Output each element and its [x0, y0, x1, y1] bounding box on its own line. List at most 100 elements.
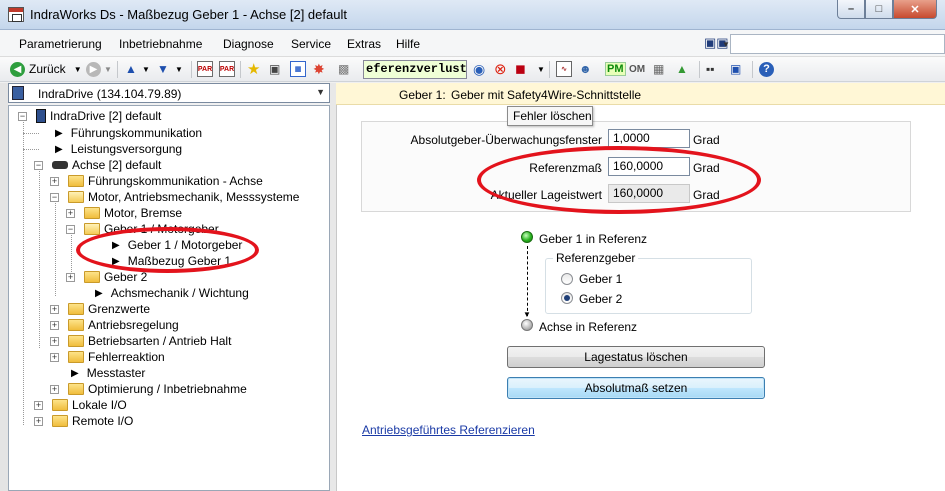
tree-item-geber1-motorgeber[interactable]: ▶ Geber 1 / Motorgeber — [112, 237, 242, 253]
parameter-mode-button[interactable]: PM — [605, 60, 626, 78]
tree-expand-toggle[interactable]: + — [66, 209, 75, 218]
nav-up-button[interactable]: ▲ — [125, 60, 137, 78]
clear-error-button[interactable]: ⊗ — [494, 60, 507, 78]
tree-item-label: Antriebsregelung — [88, 318, 179, 332]
drive-enable-button[interactable]: ◼ — [515, 60, 526, 78]
globe-button[interactable]: ◉ — [473, 60, 485, 78]
project-tree[interactable]: − IndraDrive [2] default ▶ Führungskommu… — [8, 105, 330, 491]
tree-item-label: Geber 1 / Motorgeber — [104, 222, 219, 236]
tree-expand-toggle[interactable]: + — [50, 337, 59, 346]
title-bar[interactable]: IndraWorks Ds - Maßbezug Geber 1 - Achse… — [0, 0, 945, 30]
encoder-header-text: Geber mit Safety4Wire-Schnittstelle — [451, 88, 642, 102]
menu-extras[interactable]: Extras — [347, 37, 381, 51]
tree-item-optimierung[interactable]: Optimierung / Inbetriebnahme — [68, 381, 247, 397]
tree-expand-toggle[interactable]: + — [50, 385, 59, 394]
back-button[interactable]: ◀ Zurück ▼ — [10, 60, 82, 78]
tree-item-label: Motor, Bremse — [104, 206, 183, 220]
device-selector[interactable]: IndraDrive (134.104.79.89) ▼ — [8, 83, 330, 103]
tree-item-achsmechanik[interactable]: ▶ Achsmechanik / Wichtung — [95, 285, 249, 301]
tree-expand-toggle[interactable]: + — [50, 305, 59, 314]
tree-item-fuehrungskommunikation-achse[interactable]: Führungskommunikation - Achse — [68, 173, 263, 189]
window-button[interactable]: ▦ — [653, 60, 664, 78]
calendar-button[interactable]: ▦ — [290, 60, 306, 78]
referenzmass-input[interactable]: 160,0000 — [608, 157, 690, 176]
parameter-upload-button[interactable]: PAR — [197, 60, 213, 78]
tree-expand-toggle[interactable]: + — [66, 273, 75, 282]
absolutgeber-window-input[interactable]: 1,0000 — [608, 129, 690, 148]
radio-geber1-label[interactable]: Geber 1 — [579, 272, 622, 286]
menu-inbetriebnahme[interactable]: Inbetriebnahme — [119, 37, 202, 51]
diagnostics-button[interactable]: ✸ — [313, 60, 325, 78]
reference-flow-line — [527, 246, 528, 316]
search-input[interactable] — [730, 34, 945, 54]
nav-down-dropdown[interactable]: ▼ — [175, 60, 183, 78]
tree-collapse-toggle[interactable]: − — [34, 161, 43, 170]
forward-arrow-icon: ▶ — [86, 61, 101, 77]
operation-mode-button[interactable]: OM — [629, 60, 645, 78]
tree-expand-toggle[interactable]: + — [34, 417, 43, 426]
set-absolute-button[interactable]: Absolutmaß setzen — [507, 377, 765, 399]
tree-item-geber1-motorgeber-folder[interactable]: Geber 1 / Motorgeber — [84, 221, 219, 237]
toolbar: ◀ Zurück ▼ ▶ ▼ ▲ ▼ ▼ ▼ PAR PAR ★ ▣ ▦ ✸ ▩… — [0, 57, 945, 82]
tree-item-fehlerreaktion[interactable]: Fehlerreaktion — [68, 349, 165, 365]
nav-up-dropdown[interactable]: ▼ — [142, 60, 150, 78]
upload-button[interactable]: ▲ — [676, 60, 688, 78]
tree-expand-toggle[interactable]: + — [50, 353, 59, 362]
oscilloscope-button[interactable]: ∿ — [556, 60, 572, 78]
tree-expand-toggle[interactable]: + — [34, 401, 43, 410]
find-button[interactable]: ▣ — [269, 60, 280, 78]
tree-item-motor-bremse[interactable]: Motor, Bremse — [84, 205, 182, 221]
calendar-icon: ▦ — [290, 61, 306, 77]
forward-button[interactable]: ▶ ▼ — [86, 60, 112, 78]
tree-collapse-toggle[interactable]: − — [18, 112, 27, 121]
tree-collapse-toggle[interactable]: − — [50, 193, 59, 202]
tree-item-leistungsversorgung[interactable]: ▶ Leistungsversorgung — [55, 141, 182, 157]
maximize-button[interactable]: □ — [865, 0, 893, 19]
monitor-button[interactable]: ▣ — [730, 60, 741, 78]
radio-geber2[interactable] — [561, 292, 573, 304]
menu-service[interactable]: Service — [291, 37, 331, 51]
drive-enable-dropdown[interactable]: ▼ — [537, 60, 545, 78]
tree-item-massbezug-geber1[interactable]: ▶ Maßbezug Geber 1 — [112, 253, 231, 269]
radio-geber2-label[interactable]: Geber 2 — [579, 292, 622, 306]
tree-item-motor-antriebsmechanik[interactable]: Motor, Antriebsmechanik, Messsysteme — [68, 189, 299, 205]
reference-encoder-group-title: Referenzgeber — [553, 251, 639, 265]
drive-icon: ▩ — [338, 62, 350, 76]
minimize-button[interactable]: – — [837, 0, 865, 19]
tree-item-betriebsarten[interactable]: Betriebsarten / Antrieb Halt — [68, 333, 231, 349]
tree-item-antriebsregelung[interactable]: Antriebsregelung — [68, 317, 179, 333]
tree-item-remote-io[interactable]: Remote I/O — [52, 413, 133, 429]
folder-icon — [68, 175, 84, 187]
tree-item-grenzwerte[interactable]: Grenzwerte — [68, 301, 150, 317]
tree-item-lokale-io[interactable]: Lokale I/O — [52, 397, 127, 413]
tree-expand-toggle[interactable]: + — [50, 177, 59, 186]
tree-item-fuehrungskommunikation[interactable]: ▶ Führungskommunikation — [55, 125, 202, 141]
drive-referencing-link[interactable]: Antriebsgeführtes Referenzieren — [362, 423, 535, 437]
close-button[interactable]: ✕ — [893, 0, 937, 19]
menu-diagnose[interactable]: Diagnose — [223, 37, 274, 51]
tree-item-root[interactable]: IndraDrive [2] default — [36, 108, 161, 124]
radio-geber1[interactable] — [561, 273, 573, 285]
tree-item-achse[interactable]: Achse [2] default — [52, 157, 161, 173]
leaf-arrow-icon: ▶ — [55, 143, 63, 155]
tree-expand-toggle[interactable]: + — [50, 321, 59, 330]
clear-position-status-button[interactable]: Lagestatus löschen — [507, 346, 765, 368]
menu-hilfe[interactable]: Hilfe — [396, 37, 420, 51]
tree-item-geber2[interactable]: Geber 2 — [84, 269, 147, 285]
folder-icon — [68, 383, 84, 395]
drive-state-button[interactable]: ▩ — [338, 60, 349, 78]
user-button[interactable]: ☻ — [579, 60, 592, 78]
search-dropdown-arrow-icon[interactable]: ▼ — [722, 40, 730, 49]
folder-open-icon — [68, 191, 84, 203]
nav-down-button[interactable]: ▼ — [157, 60, 169, 78]
encoder-header-label: Geber 1: — [399, 88, 446, 102]
tree-item-messtaster[interactable]: ▶ Messtaster — [71, 365, 145, 381]
favorites-button[interactable]: ★ — [247, 60, 260, 78]
tree-collapse-toggle[interactable]: − — [66, 225, 75, 234]
parameter-download-button[interactable]: PAR — [219, 60, 235, 78]
menu-parametrierung[interactable]: Parametrierung — [19, 37, 102, 51]
help-button[interactable]: ? — [759, 60, 774, 78]
tooltip: Fehler löschen — [507, 106, 593, 126]
tree-item-label: Remote I/O — [72, 414, 134, 428]
network-button[interactable]: ▪▪ — [706, 60, 715, 78]
